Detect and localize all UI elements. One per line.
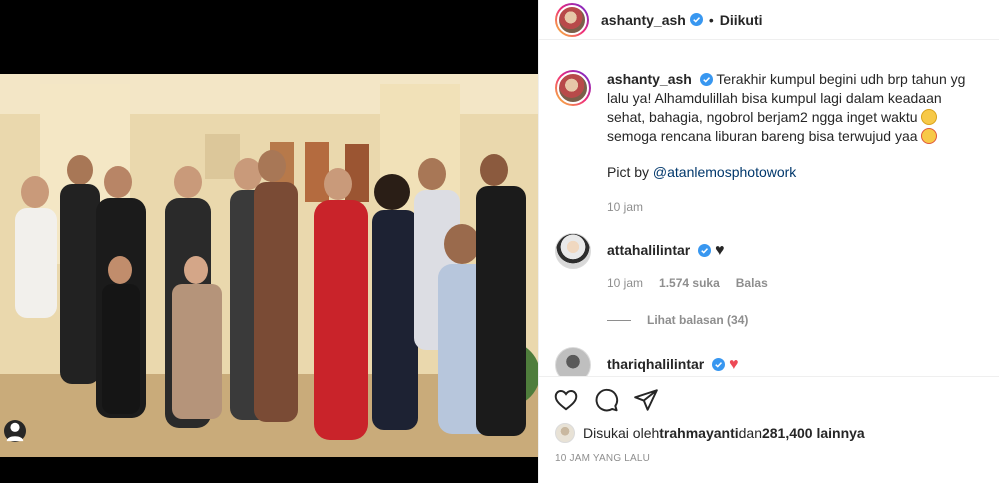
verified-icon bbox=[689, 13, 703, 26]
caption-text-2: semoga rencana liburan bareng bisa terwu… bbox=[607, 128, 918, 144]
comment-time[interactable]: 10 jam bbox=[607, 274, 643, 293]
verified-icon bbox=[699, 73, 713, 86]
caption-credit-prefix: Pict by bbox=[607, 164, 653, 180]
post-side-panel: ashanty_ash • Diikuti ashanty_ash Terakh… bbox=[538, 0, 999, 483]
post-caption: ashanty_ash Terakhir kumpul begini udh b… bbox=[555, 70, 983, 217]
user-tag-icon[interactable] bbox=[4, 420, 26, 442]
liker-avatar bbox=[555, 423, 575, 443]
comment-item: thariqhalilintar ♥ bbox=[555, 347, 983, 376]
post-timestamp[interactable]: 10 JAM YANG LALU bbox=[555, 453, 983, 464]
commenter-username[interactable]: thariqhalilintar bbox=[607, 356, 704, 372]
post-actions-section: Disukai oleh trahmayanti dan 281,400 lai… bbox=[539, 376, 999, 464]
likes-count[interactable]: 281,400 lainnya bbox=[762, 425, 865, 441]
black-heart-emoji: ♥ bbox=[715, 242, 725, 259]
share-icon[interactable] bbox=[633, 387, 659, 413]
comment-likes[interactable]: 1.574 suka bbox=[659, 274, 720, 293]
replies-divider bbox=[607, 319, 631, 321]
likes-summary[interactable]: Disukai oleh trahmayanti dan 281,400 lai… bbox=[555, 423, 983, 443]
view-replies-label: Lihat balasan (34) bbox=[647, 313, 749, 327]
caption-time[interactable]: 10 jam bbox=[607, 198, 643, 217]
liker-username[interactable]: trahmayanti bbox=[659, 425, 738, 441]
caption-username[interactable]: ashanty_ash bbox=[607, 71, 692, 87]
action-bar bbox=[553, 377, 983, 423]
post-header: ashanty_ash • Diikuti bbox=[539, 0, 999, 40]
post-media bbox=[0, 0, 538, 483]
comment-icon[interactable] bbox=[593, 387, 619, 413]
header-separator: • bbox=[708, 11, 714, 28]
caption-author-avatar[interactable] bbox=[555, 70, 591, 106]
author-username[interactable]: ashanty_ash bbox=[601, 12, 686, 28]
view-replies-button[interactable]: Lihat balasan (34) bbox=[607, 313, 983, 327]
verified-icon bbox=[712, 358, 726, 371]
star-struck-emoji-icon bbox=[921, 128, 938, 144]
follow-status-button[interactable]: Diikuti bbox=[720, 12, 763, 28]
verified-icon bbox=[698, 244, 712, 257]
commenter-avatar[interactable] bbox=[555, 347, 591, 376]
likes-middle: dan bbox=[738, 425, 762, 441]
likes-prefix: Disukai oleh bbox=[583, 425, 660, 441]
group-photo-illustration bbox=[0, 74, 538, 457]
grin-sweat-emoji-icon bbox=[921, 109, 938, 125]
heart-outline-icon[interactable] bbox=[553, 387, 579, 413]
commenter-avatar[interactable] bbox=[555, 233, 591, 269]
red-heart-emoji: ♥ bbox=[729, 356, 739, 373]
caption-credit-mention[interactable]: @atanlemosphotowork bbox=[653, 164, 796, 180]
comment-item: attahalilintar ♥ 10 jam 1.574 suka Balas bbox=[555, 233, 983, 293]
commenter-username[interactable]: attahalilintar bbox=[607, 242, 690, 258]
comments-list[interactable]: ashanty_ash Terakhir kumpul begini udh b… bbox=[539, 56, 999, 376]
post-photo[interactable] bbox=[0, 74, 538, 457]
comment-reply-button[interactable]: Balas bbox=[736, 274, 768, 293]
author-avatar[interactable] bbox=[555, 2, 589, 37]
